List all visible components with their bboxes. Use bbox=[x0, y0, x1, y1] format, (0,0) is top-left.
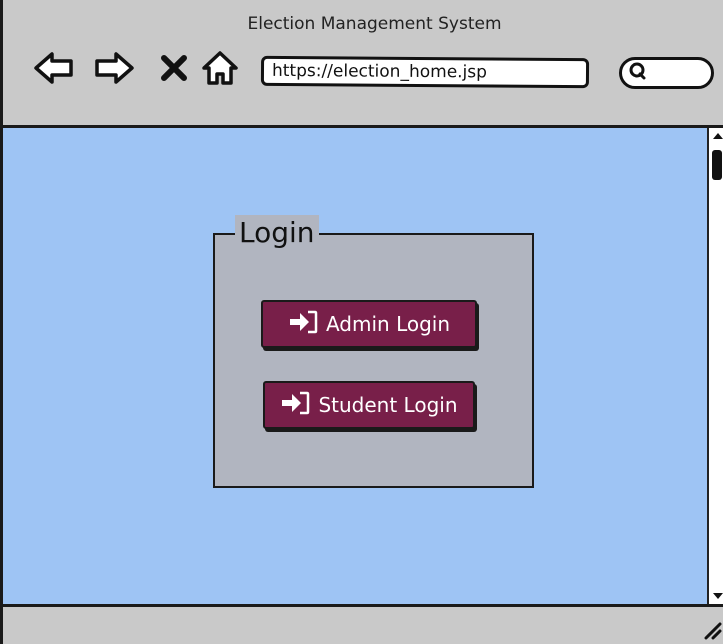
search-icon bbox=[628, 61, 648, 85]
scroll-up-icon[interactable] bbox=[709, 128, 723, 144]
browser-window: Election Management System https://elect… bbox=[0, 0, 723, 644]
address-bar[interactable]: https://election_home.jsp bbox=[260, 55, 590, 89]
resize-grip-icon[interactable] bbox=[700, 618, 722, 640]
window-title: Election Management System bbox=[247, 14, 502, 34]
student-login-label: Student Login bbox=[318, 393, 458, 417]
login-legend: Login bbox=[235, 215, 319, 251]
scroll-down-icon[interactable] bbox=[709, 588, 723, 604]
login-panel: Login bbox=[213, 215, 534, 488]
back-icon[interactable] bbox=[33, 48, 75, 88]
sign-in-icon bbox=[280, 391, 310, 420]
sign-in-icon bbox=[288, 310, 318, 339]
search-box[interactable] bbox=[619, 57, 714, 89]
student-login-button[interactable]: Student Login bbox=[263, 381, 475, 429]
browser-toolbar: Election Management System https://elect… bbox=[3, 0, 723, 125]
admin-login-button[interactable]: Admin Login bbox=[261, 300, 477, 348]
admin-login-label: Admin Login bbox=[325, 312, 451, 336]
page-content: Login Admin Login Student Login bbox=[3, 125, 723, 607]
forward-icon[interactable] bbox=[93, 48, 135, 88]
status-bar bbox=[3, 607, 723, 644]
scroll-thumb[interactable] bbox=[712, 150, 722, 180]
stop-icon[interactable] bbox=[153, 48, 195, 88]
vertical-scrollbar[interactable] bbox=[707, 128, 723, 604]
home-icon[interactable] bbox=[199, 48, 241, 88]
